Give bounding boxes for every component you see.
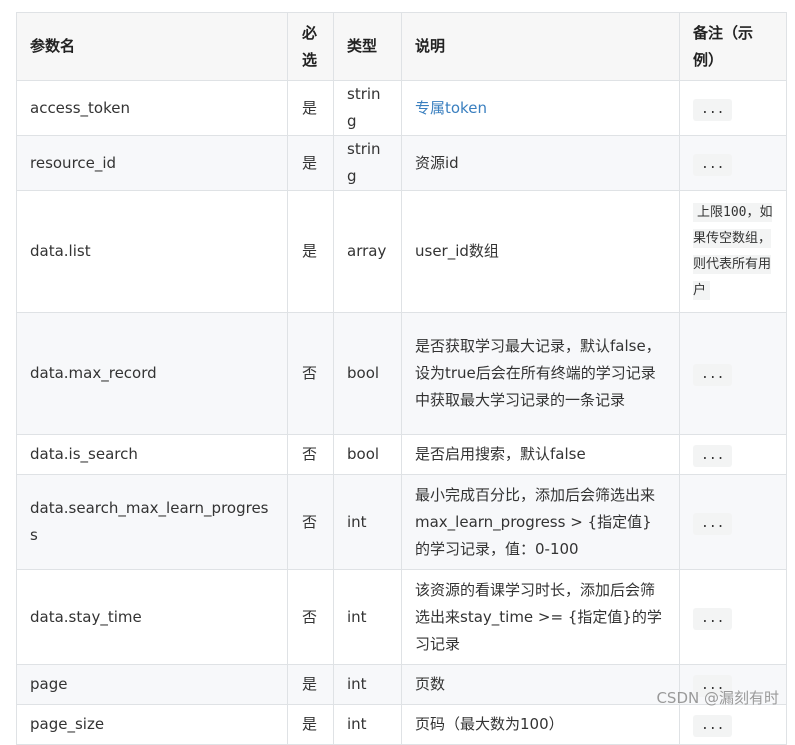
param-note: 上限100，如果传空数组，则代表所有用户 — [679, 190, 787, 313]
note-code: ... — [693, 512, 733, 535]
param-note: ... — [679, 135, 787, 191]
param-description: 资源id — [401, 135, 680, 191]
param-type: bool — [333, 434, 402, 475]
header-required: 必选 — [287, 12, 334, 81]
param-type: string — [333, 135, 402, 191]
table-row: data.is_search 否 bool 是否启用搜索，默认false ... — [16, 434, 787, 475]
param-name: data.list — [16, 190, 288, 313]
note-code: 上限100，如果传空数组，则代表所有用户 — [693, 202, 773, 300]
param-description: 页码（最大数为100） — [401, 704, 680, 745]
param-required: 否 — [287, 312, 334, 435]
parameters-table: 参数名 必选 类型 说明 备注（示例） access_token 是 strin… — [16, 12, 787, 745]
param-description: 专属token — [401, 80, 680, 136]
table-row: data.max_record 否 bool 是否获取学习最大记录，默认fals… — [16, 312, 787, 435]
param-required: 否 — [287, 474, 334, 570]
param-note: ... — [679, 474, 787, 570]
param-required: 否 — [287, 434, 334, 475]
header-description: 说明 — [401, 12, 680, 81]
note-code: ... — [693, 364, 733, 386]
param-description: 该资源的看课学习时长，添加后会筛选出来stay_time >= {指定值}的学习… — [401, 569, 680, 665]
param-name: data.stay_time — [16, 569, 288, 665]
param-description: 是否获取学习最大记录，默认false，设为true后会在所有终端的学习记录中获取… — [401, 312, 680, 435]
param-type: int — [333, 569, 402, 665]
token-link[interactable]: 专属token — [415, 99, 487, 117]
table-row: data.stay_time 否 int 该资源的看课学习时长，添加后会筛选出来… — [16, 569, 787, 665]
note-code: ... — [693, 715, 733, 737]
param-note: ... — [679, 569, 787, 665]
header-name: 参数名 — [16, 12, 288, 81]
table-row: data.search_max_learn_progress 否 int 最小完… — [16, 474, 787, 570]
param-required: 是 — [287, 190, 334, 313]
table-header-row: 参数名 必选 类型 说明 备注（示例） — [16, 12, 787, 81]
param-type: int — [333, 664, 402, 705]
param-note: ... — [679, 704, 787, 745]
note-code: ... — [693, 98, 733, 121]
param-description: 最小完成百分比，添加后会筛选出来max_learn_progress > {指定… — [401, 474, 680, 570]
header-note: 备注（示例） — [679, 12, 787, 81]
param-type: bool — [333, 312, 402, 435]
param-required: 否 — [287, 569, 334, 665]
table-row: data.list 是 array user_id数组 上限100，如果传空数组… — [16, 190, 787, 313]
param-required: 是 — [287, 80, 334, 136]
param-note: ... — [679, 434, 787, 475]
param-description: 是否启用搜索，默认false — [401, 434, 680, 475]
param-type: string — [333, 80, 402, 136]
param-required: 是 — [287, 135, 334, 191]
note-code: ... — [693, 607, 733, 630]
param-required: 是 — [287, 664, 334, 705]
param-note: ... — [679, 312, 787, 435]
param-type: int — [333, 704, 402, 745]
param-name: resource_id — [16, 135, 288, 191]
note-code: ... — [693, 153, 733, 176]
param-description: user_id数组 — [401, 190, 680, 313]
note-code: ... — [693, 445, 733, 467]
param-name: page — [16, 664, 288, 705]
param-note: ... — [679, 80, 787, 136]
param-name: data.max_record — [16, 312, 288, 435]
param-name: data.is_search — [16, 434, 288, 475]
param-name: access_token — [16, 80, 288, 136]
param-required: 是 — [287, 704, 334, 745]
param-type: int — [333, 474, 402, 570]
table-row: page_size 是 int 页码（最大数为100） ... — [16, 704, 787, 745]
param-name: data.search_max_learn_progress — [16, 474, 288, 570]
param-description: 页数 — [401, 664, 680, 705]
table-row: access_token 是 string 专属token ... — [16, 80, 787, 136]
header-type: 类型 — [333, 12, 402, 81]
param-type: array — [333, 190, 402, 313]
watermark: CSDN @漏刻有时 — [656, 689, 779, 707]
table-row: resource_id 是 string 资源id ... — [16, 135, 787, 191]
param-name: page_size — [16, 704, 288, 745]
